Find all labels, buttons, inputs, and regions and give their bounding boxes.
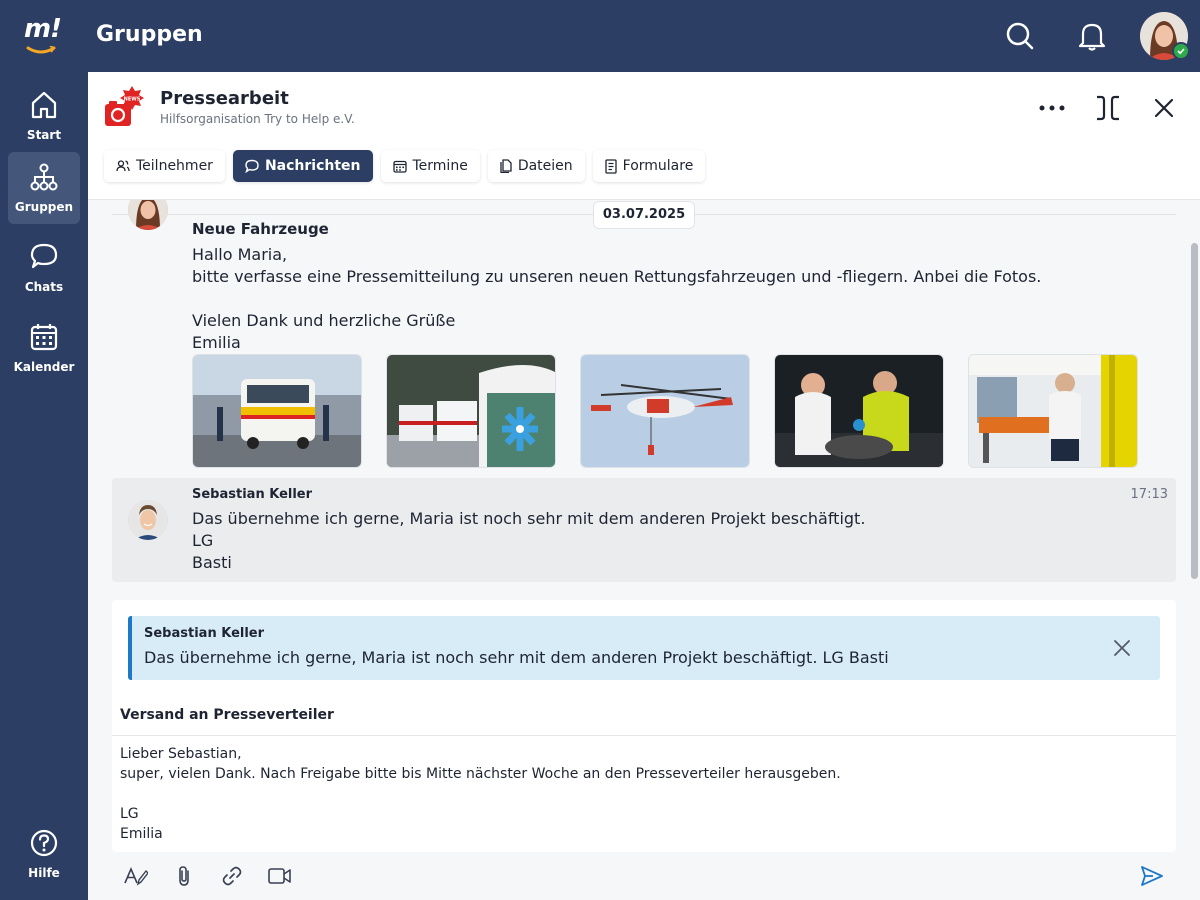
scrollbar-thumb[interactable] — [1191, 243, 1198, 579]
close-icon[interactable] — [1146, 90, 1182, 126]
divider — [112, 735, 1176, 736]
message-list[interactable]: 03.07.2025 Neue Fahrzeuge Hallo Maria, b… — [88, 200, 1188, 590]
group-tabs: Teilnehmer Nachrichten Termine Dateien F… — [104, 150, 706, 182]
composer-toolbar — [88, 852, 1200, 900]
attachment-thumbnail[interactable] — [580, 354, 750, 468]
top-bar: m! Gruppen — [0, 0, 1200, 72]
tab-label: Nachrichten — [264, 158, 361, 174]
chat-icon — [30, 242, 58, 272]
search-icon[interactable] — [1002, 18, 1038, 54]
message-author: Sebastian Keller — [192, 487, 313, 502]
tab-label: Teilnehmer — [136, 158, 213, 174]
tab-label: Termine — [412, 158, 468, 174]
calendar-icon — [30, 322, 58, 352]
quote-text: Das übernehme ich gerne, Maria ist noch … — [144, 648, 889, 667]
avatar[interactable] — [128, 500, 168, 540]
collapse-panel-icon[interactable] — [1090, 90, 1126, 126]
tab-label: Formulare — [622, 158, 694, 174]
subject-field[interactable]: Versand an Presseverteiler — [120, 707, 334, 723]
page-title: Gruppen — [96, 22, 203, 47]
attachment-thumbnail[interactable] — [774, 354, 944, 468]
sidebar-item-kalender[interactable]: Kalender — [8, 312, 80, 384]
message-text: Hallo Maria, bitte verfasse eine Pressem… — [192, 245, 1042, 352]
link-icon[interactable] — [218, 862, 246, 890]
message-icon — [245, 159, 259, 173]
sidebar-item-start[interactable]: Start — [8, 80, 80, 152]
tab-dateien[interactable]: Dateien — [487, 150, 585, 182]
groups-icon — [30, 162, 58, 192]
more-options-icon[interactable] — [1034, 90, 1070, 126]
attachment-thumbnail[interactable] — [386, 354, 556, 468]
bell-icon[interactable] — [1074, 18, 1110, 54]
file-icon — [500, 159, 512, 173]
sidebar-item-label: Hilfe — [28, 866, 60, 880]
message-item[interactable]: Sebastian Keller 17:13 Das übernehme ich… — [112, 478, 1176, 582]
online-status-icon — [1172, 42, 1190, 60]
video-icon[interactable] — [266, 862, 294, 890]
message-composer: Sebastian Keller Das übernehme ich gerne… — [112, 600, 1176, 852]
attachment-icon[interactable] — [170, 862, 198, 890]
sidebar-item-label: Kalender — [13, 360, 75, 374]
message-subject: Neue Fahrzeuge — [192, 220, 329, 238]
help-icon — [30, 828, 58, 858]
message-body-field[interactable]: Lieber Sebastian, super, vielen Dank. Na… — [120, 744, 841, 844]
tab-teilnehmer[interactable]: Teilnehmer — [104, 150, 225, 182]
home-icon — [30, 90, 58, 120]
group-header: NEWS Pressearbeit Hilfsorganisation Try … — [88, 72, 1200, 200]
sidebar: Start Gruppen Chats Kalender Hilfe — [0, 72, 88, 900]
group-news-camera-icon: NEWS — [104, 84, 146, 130]
tab-label: Dateien — [517, 158, 573, 174]
quote-author: Sebastian Keller — [144, 626, 265, 641]
text-format-icon[interactable] — [122, 862, 150, 890]
sidebar-item-gruppen[interactable]: Gruppen — [8, 152, 80, 224]
attachment-thumbnail[interactable] — [968, 354, 1138, 468]
sidebar-item-hilfe[interactable]: Hilfe — [8, 818, 80, 890]
send-icon[interactable] — [1138, 862, 1166, 890]
sidebar-item-label: Gruppen — [14, 200, 74, 214]
message-time: 17:13 — [1130, 487, 1168, 502]
attachment-thumbnail[interactable] — [192, 354, 362, 468]
tab-formulare[interactable]: Formulare — [592, 150, 706, 182]
news-badge-text: NEWS — [124, 97, 141, 103]
users-icon — [116, 160, 130, 172]
reply-quote: Sebastian Keller Das übernehme ich gerne… — [128, 616, 1160, 680]
tab-nachrichten[interactable]: Nachrichten — [232, 150, 373, 182]
message-text: Das übernehme ich gerne, Maria ist noch … — [192, 509, 866, 572]
avatar[interactable] — [128, 200, 168, 230]
tab-termine[interactable]: Termine — [380, 150, 480, 182]
group-organization: Hilfsorganisation Try to Help e.V. — [160, 112, 355, 126]
date-chip: 03.07.2025 — [593, 201, 695, 229]
app-logo[interactable]: m! — [24, 14, 64, 58]
calendar-icon — [392, 160, 407, 173]
close-icon[interactable] — [1110, 636, 1134, 660]
sidebar-item-label: Start — [26, 128, 62, 142]
app-logo-text: m! — [24, 14, 62, 44]
sidebar-item-label: Chats — [24, 280, 64, 294]
group-name: Pressearbeit — [160, 88, 289, 109]
form-icon — [605, 158, 617, 174]
sidebar-item-chats[interactable]: Chats — [8, 232, 80, 304]
